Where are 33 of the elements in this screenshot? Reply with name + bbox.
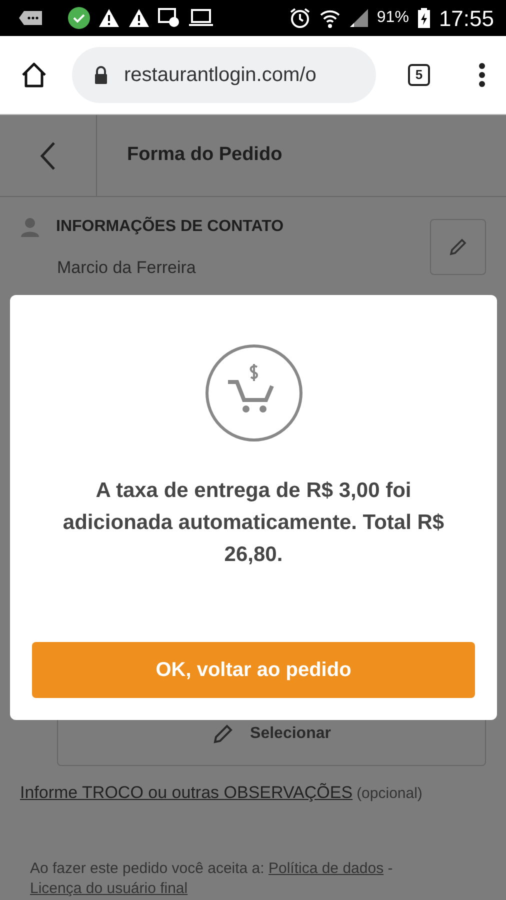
- terms-text: Ao fazer este pedido você aceita a: Política de dados - Licença do usuário final: [29, 859, 394, 899]
- pencil-icon: [212, 723, 234, 745]
- edit-button[interactable]: [430, 219, 486, 275]
- url-text: restaurantlogin.com/o: [124, 63, 316, 88]
- ok-button[interactable]: OK, voltar ao pedido: [32, 642, 475, 698]
- home-icon[interactable]: [20, 61, 48, 89]
- page-title: Forma do Pedido: [126, 143, 282, 168]
- warning-icon: [128, 8, 150, 28]
- back-icon[interactable]: [39, 140, 57, 170]
- check-icon: [68, 7, 90, 29]
- optional-hint: (opcional): [356, 784, 422, 804]
- message-icon: [18, 9, 44, 27]
- cart-icon: [204, 343, 304, 443]
- section-heading: INFORMAÇÕES DE CONTATO: [56, 216, 284, 237]
- notes-link[interactable]: Informe TROCO ou outras OBSERVAÇÕES: [20, 780, 353, 805]
- laptop-icon: [188, 8, 214, 28]
- clock-time: 17:55: [438, 4, 494, 32]
- license-link[interactable]: Licença do usuário final: [30, 880, 188, 897]
- battery-icon: [416, 7, 431, 29]
- lock-icon: [94, 66, 108, 84]
- battery-level: 91%: [376, 8, 409, 28]
- pencil-icon: [448, 237, 468, 257]
- alarm-icon: [288, 7, 311, 29]
- tab-count[interactable]: 5: [408, 64, 430, 86]
- warning-icon: [98, 8, 120, 28]
- signal-icon: [348, 8, 369, 28]
- person-icon: [20, 217, 40, 237]
- contact-name: Marcio da Ferreira: [57, 257, 197, 279]
- screenshot-icon: [158, 8, 180, 28]
- dialog-message: A taxa de entrega de R$ 3,00 foi adicionada automaticamente. Total R$ 26,80.: [62, 478, 446, 568]
- address-bar[interactable]: restaurantlogin.com/o: [72, 47, 376, 103]
- menu-icon[interactable]: [478, 62, 486, 88]
- privacy-link[interactable]: Política de dados: [268, 860, 384, 877]
